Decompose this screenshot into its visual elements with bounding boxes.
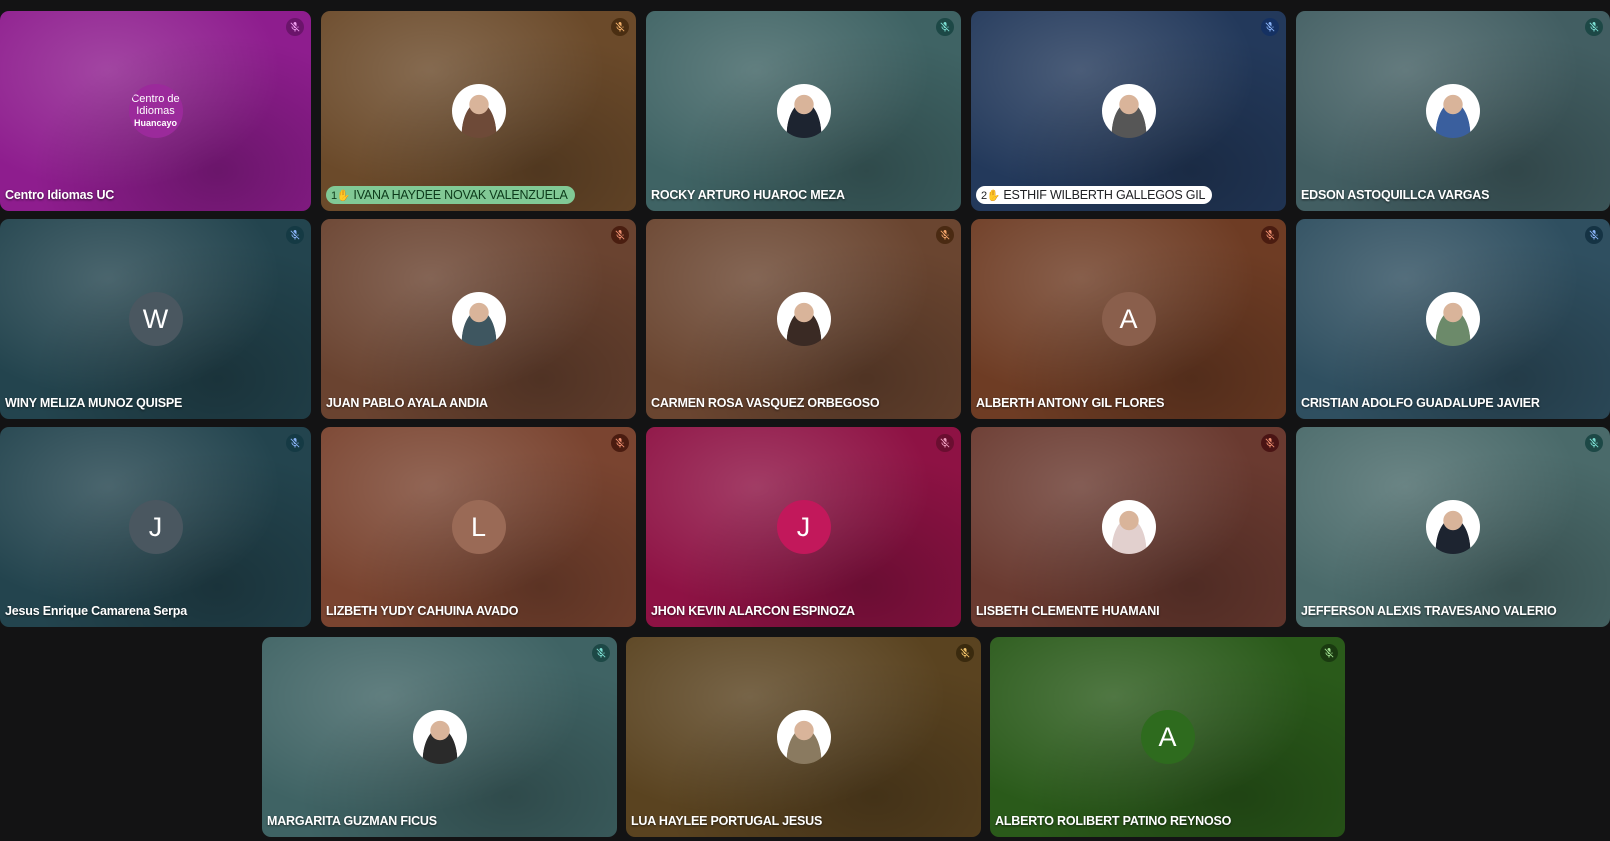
participant-tile[interactable]: CRISTIAN ADOLFO GUADALUPE JAVIER <box>1296 219 1610 419</box>
mic-off-icon <box>611 18 629 36</box>
mic-off-icon <box>1261 18 1279 36</box>
avatar-photo <box>451 292 506 346</box>
participant-name: 2✋ ESTHIF WILBERTH GALLEGOS GIL <box>976 186 1213 204</box>
mic-off-icon <box>1585 226 1603 244</box>
participant-tile[interactable]: JEFFERSON ALEXIS TRAVESANO VALERIO <box>1296 427 1610 627</box>
avatar-photo <box>776 84 831 138</box>
participant-name: JEFFERSON ALEXIS TRAVESANO VALERIO <box>1301 604 1557 618</box>
mic-off-icon <box>1320 644 1338 662</box>
mic-off-icon <box>286 226 304 244</box>
participant-tile[interactable]: J Jesus Enrique Camarena Serpa <box>0 427 311 627</box>
avatar-letter: J <box>796 511 811 542</box>
mic-off-icon <box>936 434 954 452</box>
participant-tile[interactable]: 2✋ ESTHIF WILBERTH GALLEGOS GIL <box>971 11 1286 211</box>
participant-name: ALBERTO ROLIBERT PATINO REYNOSO <box>995 814 1232 828</box>
participant-name: MARGARITA GUZMAN FICUS <box>267 814 437 828</box>
mic-off-icon <box>1585 18 1603 36</box>
avatar-photo <box>412 710 467 764</box>
mic-off-icon <box>592 644 610 662</box>
participant-name: ALBERTH ANTONY GIL FLORES <box>976 396 1165 410</box>
mic-off-icon <box>1261 434 1279 452</box>
raised-hand-icon: 2✋ <box>981 189 1001 202</box>
participant-name: CRISTIAN ADOLFO GUADALUPE JAVIER <box>1301 396 1540 410</box>
logo-text: Centro de Idiomas Huancayo <box>131 93 179 129</box>
avatar-letter: A <box>1119 303 1138 334</box>
avatar: J <box>776 500 831 554</box>
avatar-photo <box>1426 84 1480 138</box>
participant-tile[interactable]: A ALBERTO ROLIBERT PATINO REYNOSO <box>990 637 1345 837</box>
participant-name: JUAN PABLO AYALA ANDIA <box>326 396 488 410</box>
mic-off-icon <box>1261 226 1279 244</box>
mic-off-icon <box>1585 434 1603 452</box>
mic-off-icon <box>936 226 954 244</box>
avatar-photo <box>776 292 831 346</box>
avatar-photo <box>451 84 506 138</box>
mic-off-icon <box>956 644 974 662</box>
participant-tile[interactable]: J JHON KEVIN ALARCON ESPINOZA <box>646 427 961 627</box>
mic-off-icon <box>936 18 954 36</box>
participant-name: CARMEN ROSA VASQUEZ ORBEGOSO <box>651 396 880 410</box>
participant-tile[interactable]: LISBETH CLEMENTE HUAMANI <box>971 427 1286 627</box>
raised-hand-icon: 1✋ <box>331 189 351 202</box>
avatar: A <box>1101 292 1156 346</box>
mic-off-icon <box>286 18 304 36</box>
avatar-photo <box>776 710 831 764</box>
logo-line: Centro de <box>131 93 180 105</box>
participant-name: LUA HAYLEE PORTUGAL JESUS <box>631 814 823 828</box>
participant-tile[interactable]: ROCKY ARTURO HUAROC MEZA <box>646 11 961 211</box>
avatar-letter: J <box>148 511 163 542</box>
avatar-photo <box>1426 292 1480 346</box>
avatar-photo <box>1101 500 1156 554</box>
participant-name: 1✋ IVANA HAYDEE NOVAK VALENZUELA <box>326 186 575 204</box>
mic-off-icon <box>286 434 304 452</box>
avatar-photo <box>1101 84 1156 138</box>
participant-tile[interactable]: 1✋ IVANA HAYDEE NOVAK VALENZUELA <box>321 11 636 211</box>
participant-tile[interactable]: LUA HAYLEE PORTUGAL JESUS <box>626 637 981 837</box>
logo-line: Idiomas <box>136 105 175 117</box>
avatar-letter: A <box>1158 721 1177 752</box>
mic-off-icon <box>611 226 629 244</box>
participant-name: JHON KEVIN ALARCON ESPINOZA <box>651 604 855 618</box>
avatar: A <box>1140 710 1195 764</box>
avatar-letter: L <box>470 511 487 542</box>
participant-tile[interactable]: MARGARITA GUZMAN FICUS <box>262 637 617 837</box>
participant-tile[interactable]: Centro de Idiomas Huancayo Centro Idiomas U… <box>0 11 311 211</box>
participant-tile[interactable]: A ALBERTH ANTONY GIL FLORES <box>971 219 1286 419</box>
avatar: L <box>451 500 506 554</box>
participant-tile[interactable]: JUAN PABLO AYALA ANDIA <box>321 219 636 419</box>
participant-name: EDSON ASTOQUILLCA VARGAS <box>1301 188 1490 202</box>
avatar: J <box>128 500 183 554</box>
avatar: W <box>128 292 183 346</box>
participant-name-label: IVANA HAYDEE NOVAK VALENZUELA <box>353 188 568 202</box>
logo-line: Huancayo <box>133 118 177 128</box>
participant-name: WINY MELIZA MUNOZ QUISPE <box>5 396 183 410</box>
avatar-photo <box>1426 500 1480 554</box>
participant-tile[interactable]: EDSON ASTOQUILLCA VARGAS <box>1296 11 1610 211</box>
hand-order: 1 <box>331 189 337 202</box>
participant-name: Jesus Enrique Camarena Serpa <box>5 604 187 618</box>
participant-name: ROCKY ARTURO HUAROC MEZA <box>651 188 845 202</box>
participant-name-label: ESTHIF WILBERTH GALLEGOS GIL <box>1003 188 1206 202</box>
avatar-logo: Centro de Idiomas Huancayo <box>128 84 183 138</box>
participant-tile[interactable]: L LIZBETH YUDY CAHUINA AVADO <box>321 427 636 627</box>
participant-tile[interactable]: CARMEN ROSA VASQUEZ ORBEGOSO <box>646 219 961 419</box>
hand-order: 2 <box>981 189 987 202</box>
mic-off-icon <box>611 434 629 452</box>
participant-tile[interactable]: W WINY MELIZA MUNOZ QUISPE <box>0 219 311 419</box>
participant-name: Centro Idiomas UC <box>5 188 115 202</box>
avatar-letter: W <box>142 303 169 334</box>
participant-name: LISBETH CLEMENTE HUAMANI <box>976 604 1160 618</box>
participant-name: LIZBETH YUDY CAHUINA AVADO <box>326 604 519 618</box>
